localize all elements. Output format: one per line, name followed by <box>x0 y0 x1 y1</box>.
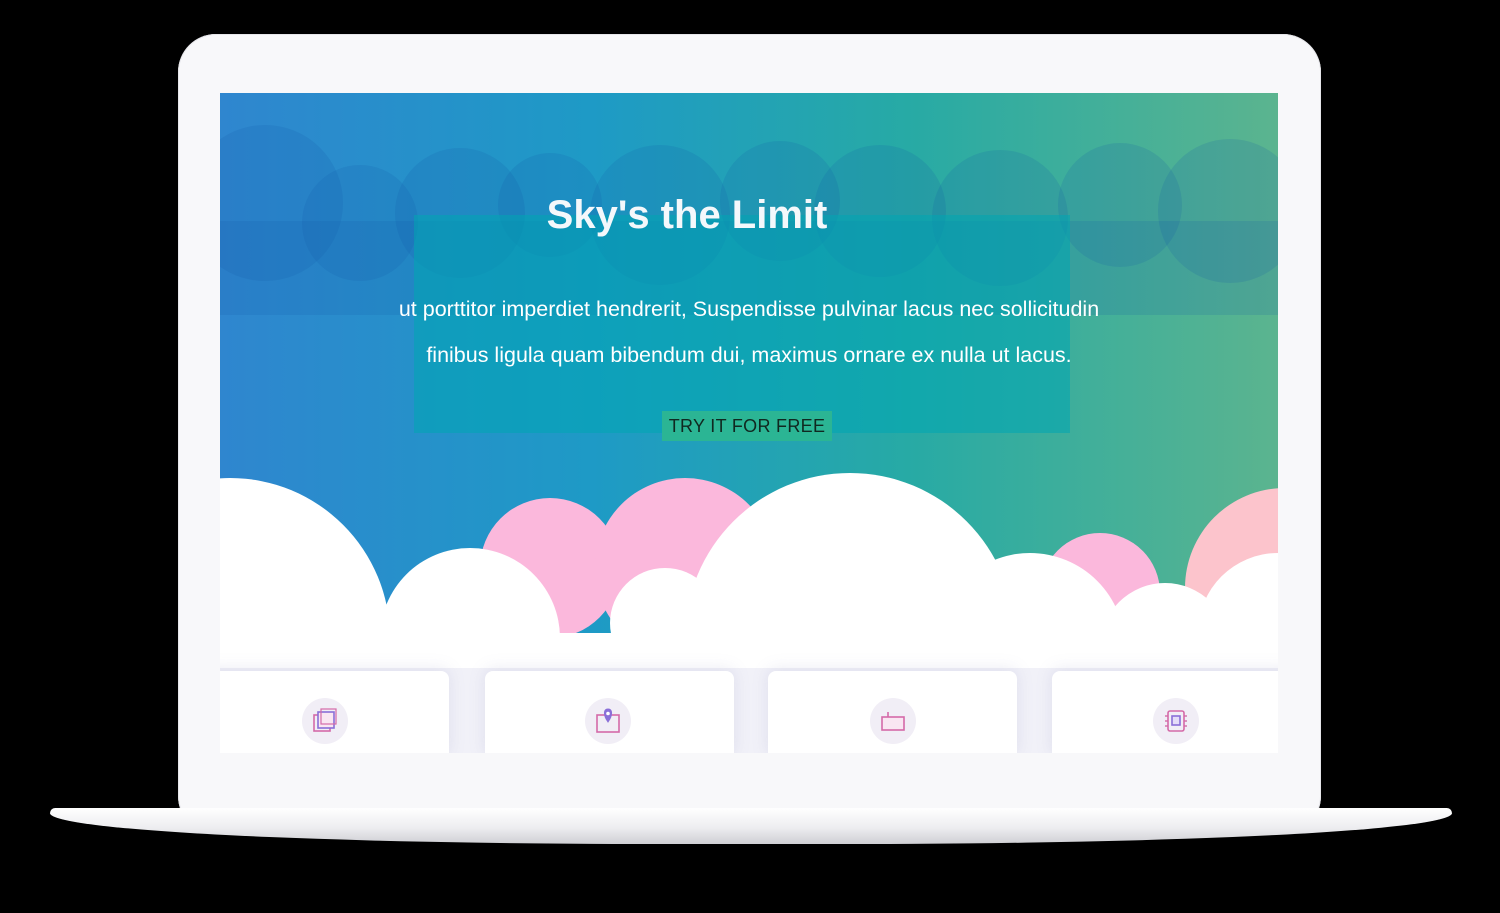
hero-title: Sky's the Limit <box>546 193 828 237</box>
feature-card-3[interactable] <box>768 671 1017 753</box>
feature-card-1[interactable] <box>220 671 449 753</box>
website-screen: Sky's the Limit ut porttitor imperdiet h… <box>220 93 1278 753</box>
location-pin-icon <box>585 698 631 744</box>
chip-icon <box>1153 698 1199 744</box>
try-it-free-button[interactable]: TRY IT FOR FREE <box>662 411 832 441</box>
folder-icon <box>870 698 916 744</box>
hero-description-line-1: ut porttitor imperdiet hendrerit, Suspen… <box>398 297 1100 321</box>
feature-card-2[interactable] <box>485 671 734 753</box>
feature-card-4[interactable] <box>1052 671 1278 753</box>
laptop-base <box>50 808 1452 844</box>
hero-description-line-2: finibus ligula quam bibendum dui, maximu… <box>426 343 1072 367</box>
hero-description: ut porttitor imperdiet hendrerit, Suspen… <box>220 286 1278 378</box>
hero-clouds <box>220 473 1278 693</box>
hero-section: Sky's the Limit ut porttitor imperdiet h… <box>220 93 1278 693</box>
stacked-squares-icon <box>302 698 348 744</box>
